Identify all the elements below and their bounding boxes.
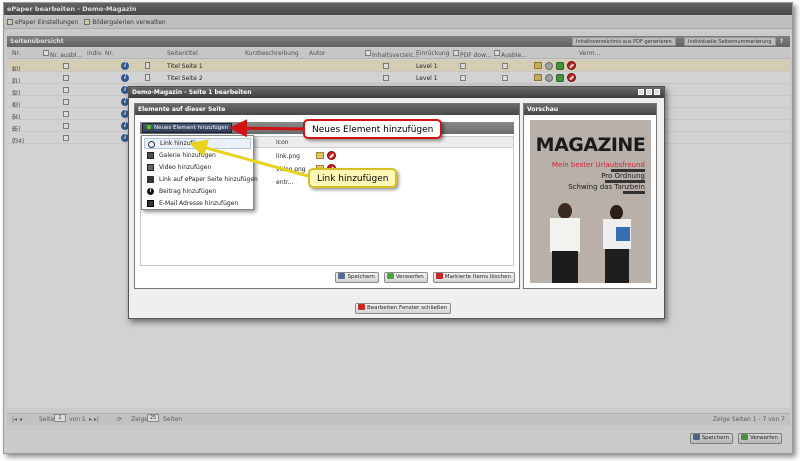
preview-pane: Vorschau MAGAZINE Mein bester Urlaubsfre… bbox=[523, 103, 657, 289]
cover-person-left bbox=[544, 203, 588, 283]
menu-item-add-link[interactable]: Link hinzufügen bbox=[144, 138, 251, 149]
info-icon: i bbox=[147, 188, 154, 195]
mail-icon bbox=[147, 200, 154, 207]
cover-masthead: MAGAZINE bbox=[535, 134, 646, 156]
close-icon bbox=[358, 304, 365, 310]
undo-icon bbox=[386, 273, 394, 279]
cover-line-1: Mein bester Urlaubsfreund bbox=[551, 161, 645, 169]
new-element-menu: Link hinzufügen Galerie hinzufügen Video… bbox=[141, 135, 258, 210]
menu-item-add-gallery[interactable]: Galerie hinzufügen bbox=[144, 150, 251, 161]
close-editor-button[interactable]: Bearbeiten Fenster schließen bbox=[355, 303, 452, 314]
icon-filename: link.png bbox=[276, 153, 300, 160]
icon-filename: video.png bbox=[276, 166, 306, 173]
icon-filename: entr... bbox=[276, 179, 294, 186]
maximize-icon[interactable] bbox=[646, 89, 652, 95]
cover-line-3: Schwing das Tanzbein bbox=[568, 183, 645, 191]
video-icon bbox=[147, 164, 154, 171]
pin-icon[interactable] bbox=[638, 89, 644, 95]
cover-line-2: Pro Ordnung bbox=[601, 172, 645, 180]
gallery-icon bbox=[147, 152, 154, 159]
discard-button[interactable]: Verwerfen bbox=[383, 272, 428, 283]
new-element-button[interactable]: Neues Element hinzufügen bbox=[142, 123, 233, 133]
elements-pane-title: Elemente auf dieser Seite bbox=[135, 104, 519, 115]
preview-title: Vorschau bbox=[524, 104, 656, 115]
callout-new-element: Neues Element hinzufügen bbox=[303, 119, 443, 139]
delete-icon bbox=[435, 273, 443, 279]
save-icon bbox=[338, 273, 346, 279]
folder-icon[interactable] bbox=[316, 152, 324, 159]
link-icon bbox=[148, 141, 155, 148]
save-button[interactable]: Speichern bbox=[335, 272, 379, 283]
close-editor-wrap: Bearbeiten Fenster schließen bbox=[352, 303, 452, 314]
close-icon[interactable] bbox=[654, 89, 660, 95]
magazine-cover-preview: MAGAZINE Mein bester Urlaubsfreund Pro O… bbox=[530, 120, 651, 283]
page-link-icon bbox=[147, 176, 154, 183]
col-icon[interactable]: Icon bbox=[276, 139, 289, 146]
dialog-title: Demo-Magazin - Seite 1 bearbeiten bbox=[129, 87, 664, 98]
callout-add-link: Link hinzufügen bbox=[308, 168, 398, 188]
elements-actions: Speichern Verwerfen Markierte Items lösc… bbox=[332, 272, 515, 283]
menu-item-add-article[interactable]: i Beitrag hinzufügen bbox=[144, 186, 251, 197]
delete-marked-button[interactable]: Markierte Items löschen bbox=[432, 272, 515, 283]
menu-item-add-video[interactable]: Video hinzufügen bbox=[144, 162, 251, 173]
menu-item-add-email[interactable]: E-Mail Adresse hinzufügen bbox=[144, 198, 251, 209]
delete-icon[interactable] bbox=[327, 151, 336, 160]
add-icon bbox=[146, 124, 152, 130]
menu-item-add-page-link[interactable]: Link auf ePaper Seite hinzufügen bbox=[144, 174, 258, 185]
cover-person-right bbox=[596, 205, 640, 283]
